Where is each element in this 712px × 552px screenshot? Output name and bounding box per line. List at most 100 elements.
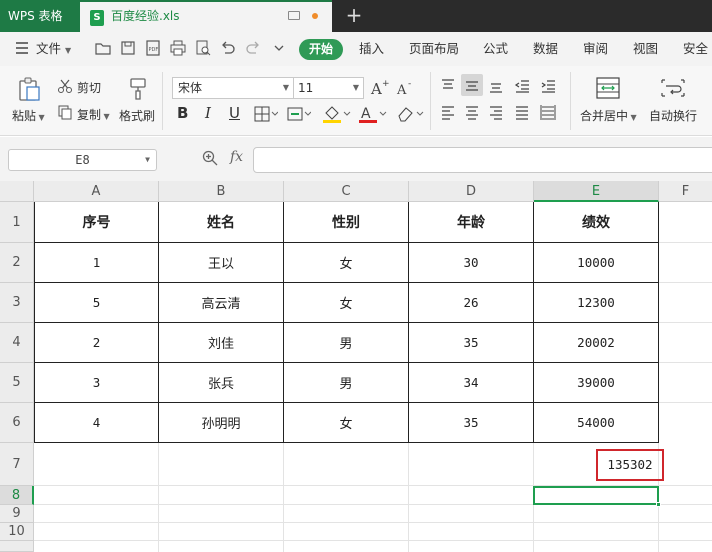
row-header-8[interactable]: 8 bbox=[0, 486, 34, 505]
hamburger-menu-icon[interactable] bbox=[14, 39, 34, 59]
italic-button[interactable]: I bbox=[205, 104, 211, 122]
row-header-2[interactable]: 2 bbox=[0, 243, 34, 283]
font-name-select[interactable]: 宋体 ▼ bbox=[172, 77, 294, 99]
table-cell[interactable]: 张兵 bbox=[159, 363, 283, 402]
table-cell[interactable]: 26 bbox=[409, 283, 533, 322]
table-cell[interactable]: 54000 bbox=[534, 403, 658, 442]
table-cell[interactable]: 3 bbox=[35, 363, 158, 402]
tab-data[interactable]: 数据 bbox=[533, 32, 558, 66]
table-cell[interactable]: 1 bbox=[35, 243, 158, 282]
fill-handle[interactable] bbox=[656, 502, 661, 507]
undo-icon[interactable] bbox=[219, 39, 239, 59]
tab-formulas[interactable]: 公式 bbox=[483, 32, 508, 66]
wrap-text-button[interactable]: 自动换行 bbox=[649, 107, 697, 124]
table-cell[interactable]: 2 bbox=[35, 323, 158, 362]
select-all-corner[interactable] bbox=[0, 181, 34, 202]
distributed-align-icon[interactable] bbox=[540, 104, 556, 120]
table-cell[interactable]: 刘佳 bbox=[159, 323, 283, 362]
header-cell-performance[interactable]: 绩效 bbox=[534, 202, 658, 242]
cut-icon[interactable] bbox=[57, 78, 73, 94]
header-cell-gender[interactable]: 性别 bbox=[284, 202, 408, 242]
cell-style-icon[interactable] bbox=[287, 106, 311, 122]
monitor-icon[interactable] bbox=[288, 11, 300, 20]
tab-page-layout[interactable]: 页面布局 bbox=[409, 32, 459, 66]
table-cell[interactable]: 20002 bbox=[534, 323, 658, 362]
merge-center-button[interactable]: 合并居中 ▼ bbox=[580, 107, 637, 124]
row-header-7[interactable]: 7 bbox=[0, 443, 34, 486]
name-box[interactable]: E8 ▼ bbox=[8, 149, 157, 171]
table-cell[interactable]: 5 bbox=[35, 283, 158, 322]
table-cell[interactable]: 10000 bbox=[534, 243, 658, 282]
redo-icon[interactable] bbox=[244, 39, 264, 59]
decrease-indent-icon[interactable] bbox=[514, 78, 530, 94]
insert-function-button[interactable]: fx bbox=[230, 149, 243, 165]
align-center-icon[interactable] bbox=[464, 104, 480, 120]
table-cell[interactable]: 女 bbox=[284, 243, 408, 282]
table-cell[interactable]: 30 bbox=[409, 243, 533, 282]
decrease-font-icon[interactable]: A- bbox=[396, 78, 416, 98]
row-header-9[interactable]: 9 bbox=[0, 505, 34, 523]
column-header-b[interactable]: B bbox=[159, 181, 284, 202]
table-cell[interactable]: 35 bbox=[409, 403, 533, 442]
align-top-icon[interactable] bbox=[440, 78, 456, 94]
open-folder-icon[interactable] bbox=[94, 39, 114, 59]
sum-result-cell[interactable]: 135302 bbox=[596, 449, 664, 481]
table-cell[interactable]: 34 bbox=[409, 363, 533, 402]
print-preview-icon[interactable] bbox=[194, 39, 214, 59]
file-menu[interactable]: 文件 ▼ bbox=[36, 32, 71, 66]
tab-review[interactable]: 审阅 bbox=[583, 32, 608, 66]
cut-button[interactable]: 剪切 bbox=[77, 79, 101, 96]
app-tab[interactable]: WPS 表格 bbox=[0, 0, 80, 32]
format-painter-icon[interactable] bbox=[125, 76, 151, 102]
table-cell[interactable]: 女 bbox=[284, 283, 408, 322]
table-cell[interactable]: 男 bbox=[284, 323, 408, 362]
table-cell[interactable]: 高云清 bbox=[159, 283, 283, 322]
wrap-text-icon[interactable] bbox=[660, 76, 686, 100]
new-tab-button[interactable]: + bbox=[342, 2, 366, 30]
export-pdf-icon[interactable]: PDF bbox=[144, 39, 164, 59]
align-middle-icon[interactable] bbox=[464, 78, 480, 94]
copy-button[interactable]: 复制 ▼ bbox=[77, 106, 110, 123]
font-size-select[interactable]: 11 ▼ bbox=[294, 77, 364, 99]
copy-icon[interactable] bbox=[57, 104, 73, 120]
row-header-6[interactable]: 6 bbox=[0, 403, 34, 443]
row-header-5[interactable]: 5 bbox=[0, 363, 34, 403]
table-cell[interactable]: 39000 bbox=[534, 363, 658, 402]
paste-icon[interactable] bbox=[16, 76, 42, 102]
align-left-icon[interactable] bbox=[440, 104, 456, 120]
fill-color-icon[interactable] bbox=[322, 104, 352, 124]
tab-security[interactable]: 安全 bbox=[683, 32, 708, 66]
align-bottom-icon[interactable] bbox=[488, 78, 504, 94]
table-cell[interactable]: 35 bbox=[409, 323, 533, 362]
table-cell[interactable]: 12300 bbox=[534, 283, 658, 322]
column-header-d[interactable]: D bbox=[409, 181, 534, 202]
borders-icon[interactable] bbox=[254, 106, 278, 122]
column-header-c[interactable]: C bbox=[284, 181, 409, 202]
tab-view[interactable]: 视图 bbox=[633, 32, 658, 66]
increase-indent-icon[interactable] bbox=[540, 78, 556, 94]
tab-insert[interactable]: 插入 bbox=[359, 32, 384, 66]
row-header-1[interactable]: 1 bbox=[0, 202, 34, 243]
merge-center-icon[interactable] bbox=[595, 76, 621, 100]
font-color-icon[interactable]: A bbox=[358, 104, 388, 124]
quick-access-dropdown-icon[interactable] bbox=[270, 39, 290, 59]
print-icon[interactable] bbox=[169, 39, 189, 59]
header-cell-age[interactable]: 年龄 bbox=[409, 202, 533, 242]
justify-icon[interactable] bbox=[514, 104, 530, 120]
underline-button[interactable]: U bbox=[229, 104, 240, 122]
table-cell[interactable]: 女 bbox=[284, 403, 408, 442]
save-icon[interactable] bbox=[119, 39, 139, 59]
align-right-icon[interactable] bbox=[488, 104, 504, 120]
column-header-a[interactable]: A bbox=[34, 181, 159, 202]
header-cell-name[interactable]: 姓名 bbox=[159, 202, 283, 242]
table-cell[interactable]: 4 bbox=[35, 403, 158, 442]
row-header-11[interactable] bbox=[0, 541, 34, 552]
table-cell[interactable]: 孙明明 bbox=[159, 403, 283, 442]
active-cell-selection[interactable] bbox=[533, 486, 661, 507]
paste-button[interactable]: 粘贴 ▼ bbox=[12, 107, 45, 124]
document-tab[interactable]: S 百度经验.xls bbox=[80, 0, 332, 32]
formula-input[interactable] bbox=[253, 147, 712, 173]
row-header-3[interactable]: 3 bbox=[0, 283, 34, 323]
bold-button[interactable]: B bbox=[177, 104, 188, 122]
table-cell[interactable]: 男 bbox=[284, 363, 408, 402]
